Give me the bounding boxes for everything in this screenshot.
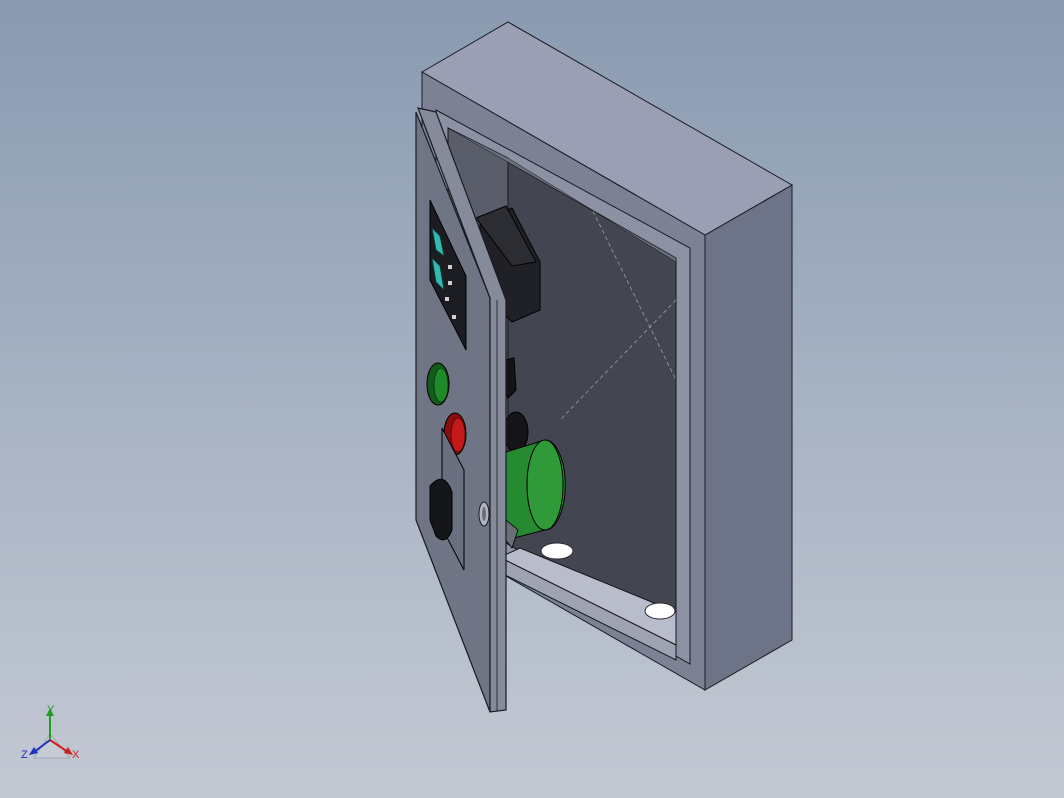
door-lock-slot bbox=[482, 507, 486, 521]
enclosure-model[interactable] bbox=[0, 0, 1064, 798]
green-contact-block-end bbox=[526, 439, 564, 531]
red-pilot-light-lens[interactable] bbox=[450, 417, 466, 453]
enclosure-right-side[interactable] bbox=[704, 184, 793, 691]
indicator-dot-4 bbox=[452, 315, 456, 319]
triad-x-label: X bbox=[72, 749, 80, 761]
knockout-hole-left[interactable] bbox=[540, 542, 574, 560]
reference-triad: Y X Z bbox=[18, 702, 88, 772]
indicator-dot-2 bbox=[448, 281, 452, 285]
triad-base bbox=[33, 733, 71, 759]
knockout-hole-right[interactable] bbox=[644, 602, 676, 620]
indicator-dot-1 bbox=[448, 265, 452, 269]
indicator-dot-3 bbox=[445, 297, 449, 301]
triad-y-label: Y bbox=[47, 704, 55, 716]
graphics-viewport[interactable]: Y X Z bbox=[0, 0, 1064, 798]
triad-z-label: Z bbox=[21, 749, 28, 761]
green-pilot-light-lens[interactable] bbox=[433, 367, 449, 403]
